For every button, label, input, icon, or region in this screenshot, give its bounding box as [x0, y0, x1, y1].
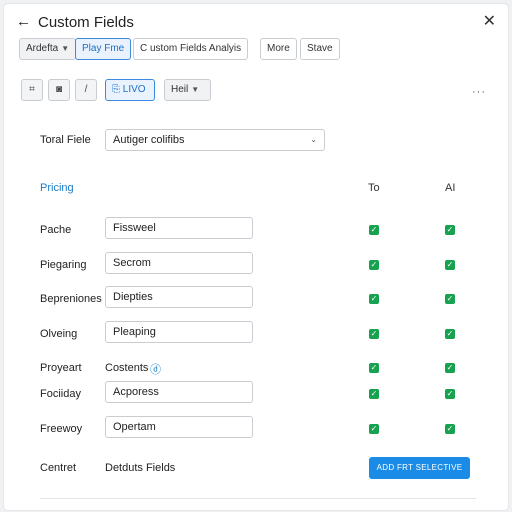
checkbox-ai[interactable]: ✓: [445, 424, 455, 434]
checkbox-ai[interactable]: ✓: [445, 260, 455, 270]
arrow-left-icon[interactable]: ←: [16, 13, 31, 30]
checkbox-to[interactable]: ✓: [369, 329, 379, 339]
hash-icon[interactable]: ⌗: [21, 79, 43, 101]
checkbox-ai[interactable]: ✓: [445, 329, 455, 339]
live-button[interactable]: ⎘ LIVO: [105, 79, 155, 101]
live-label: LIVO: [122, 84, 146, 95]
close-icon[interactable]: ✕: [483, 11, 496, 31]
ardefta-dropdown-label: Ardefta: [26, 43, 59, 54]
page-title: Custom Fields: [38, 14, 134, 31]
row-label: Pache: [40, 224, 72, 236]
row-input[interactable]: Diepties: [105, 286, 253, 308]
section-title-pricing: Pricing: [40, 182, 74, 194]
divider: [40, 498, 476, 499]
column-header-ai: AI: [445, 182, 456, 194]
checkbox-to[interactable]: ✓: [369, 225, 379, 235]
custom-fields-analysis-button[interactable]: C ustom Fields Analyis: [133, 38, 249, 60]
row-label: Proyeart: [40, 362, 82, 374]
total-field-label: Toral Fiele: [40, 134, 91, 146]
row-input[interactable]: Secrom: [105, 252, 253, 274]
add-selective-button[interactable]: ADD FRT SELECTIVE: [369, 457, 470, 479]
total-field-select[interactable]: Autiger colifibs ⌄: [105, 129, 325, 151]
checkbox-to[interactable]: ✓: [369, 389, 379, 399]
checkbox-ai[interactable]: ✓: [445, 294, 455, 304]
slash-icon[interactable]: /: [75, 79, 97, 101]
footer-value: Detduts Fields: [105, 462, 176, 474]
checkbox-to[interactable]: ✓: [369, 363, 379, 373]
play-button[interactable]: Play Fme: [75, 38, 132, 60]
live-icon: ⎘: [112, 84, 123, 95]
footer-label: Centret: [40, 462, 77, 474]
row-input[interactable]: Opertam: [105, 416, 253, 438]
column-header-to: To: [368, 182, 380, 194]
shield-icon[interactable]: ◙: [48, 79, 70, 101]
row-value: Costents: [105, 362, 149, 374]
checkbox-to[interactable]: ✓: [369, 424, 379, 434]
row-label: Piegaring: [40, 259, 87, 271]
checkbox-to[interactable]: ✓: [369, 294, 379, 304]
row-label: Bepreniones: [40, 293, 102, 305]
info-icon[interactable]: ⓓ: [150, 361, 161, 377]
checkbox-ai[interactable]: ✓: [445, 389, 455, 399]
more-button[interactable]: More: [260, 38, 297, 60]
checkbox-to[interactable]: ✓: [369, 260, 379, 270]
checkbox-ai[interactable]: ✓: [445, 363, 455, 373]
row-input[interactable]: Pleaping: [105, 321, 253, 343]
row-label: Olveing: [40, 328, 78, 340]
ardefta-dropdown[interactable]: Ardefta ▼: [19, 38, 77, 60]
custom-fields-panel: ← Custom Fields ✕ Ardefta ▼ Play Fme C us…: [4, 4, 508, 510]
more-options-icon[interactable]: ···: [472, 86, 486, 98]
chevron-down-icon: ⌄: [310, 135, 317, 144]
row-label: Freewoy: [40, 423, 83, 435]
total-field-value: Autiger colifibs: [113, 134, 185, 146]
chevron-down-icon: ▼: [191, 85, 200, 94]
row-label: Fociiday: [40, 388, 81, 400]
save-button[interactable]: Stave: [300, 38, 340, 60]
row-input[interactable]: Fissweel: [105, 217, 253, 239]
chevron-down-icon: ▼: [61, 44, 70, 53]
hell-dropdown-label: Heil: [171, 84, 189, 95]
hell-dropdown[interactable]: Heil ▼: [164, 79, 211, 101]
row-input[interactable]: Acporess: [105, 381, 253, 403]
checkbox-ai[interactable]: ✓: [445, 225, 455, 235]
